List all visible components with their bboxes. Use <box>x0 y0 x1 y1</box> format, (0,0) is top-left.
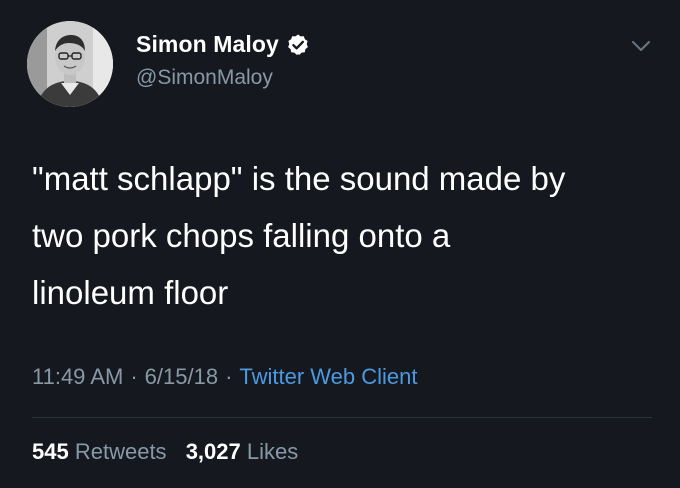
likes-count: 3,027 <box>185 439 241 464</box>
tweet-meta: 11:49 AM · 6/15/18 · Twitter Web Client <box>32 364 418 390</box>
tweet-card: Simon Maloy @SimonMaloy "matt schlapp" i… <box>0 0 680 488</box>
author-name-row: Simon Maloy <box>136 31 310 58</box>
tweet-time[interactable]: 11:49 AM <box>32 364 123 389</box>
retweets-count: 545 <box>32 439 69 464</box>
meta-separator: · <box>225 364 233 389</box>
meta-separator: · <box>130 364 138 389</box>
retweets-label: Retweets <box>74 439 167 464</box>
likes-stat[interactable]: 3,027 Likes <box>186 439 299 464</box>
tweet-text: "matt schlapp" is the sound made by two … <box>32 160 566 311</box>
client-link[interactable]: Twitter Web Client <box>239 364 417 389</box>
divider <box>32 417 652 418</box>
likes-label: Likes <box>246 439 299 464</box>
retweets-stat[interactable]: 545 Retweets <box>32 439 167 464</box>
user-avatar-icon <box>27 21 113 107</box>
user-handle[interactable]: @SimonMaloy <box>136 66 273 90</box>
tweet-stats: 545 Retweets 3,027 Likes <box>32 439 298 465</box>
avatar[interactable] <box>27 21 113 107</box>
display-name[interactable]: Simon Maloy <box>136 31 279 58</box>
verified-badge-icon <box>286 33 310 57</box>
tweet-date[interactable]: 6/15/18 <box>145 364 218 389</box>
chevron-down-icon[interactable] <box>630 38 652 54</box>
